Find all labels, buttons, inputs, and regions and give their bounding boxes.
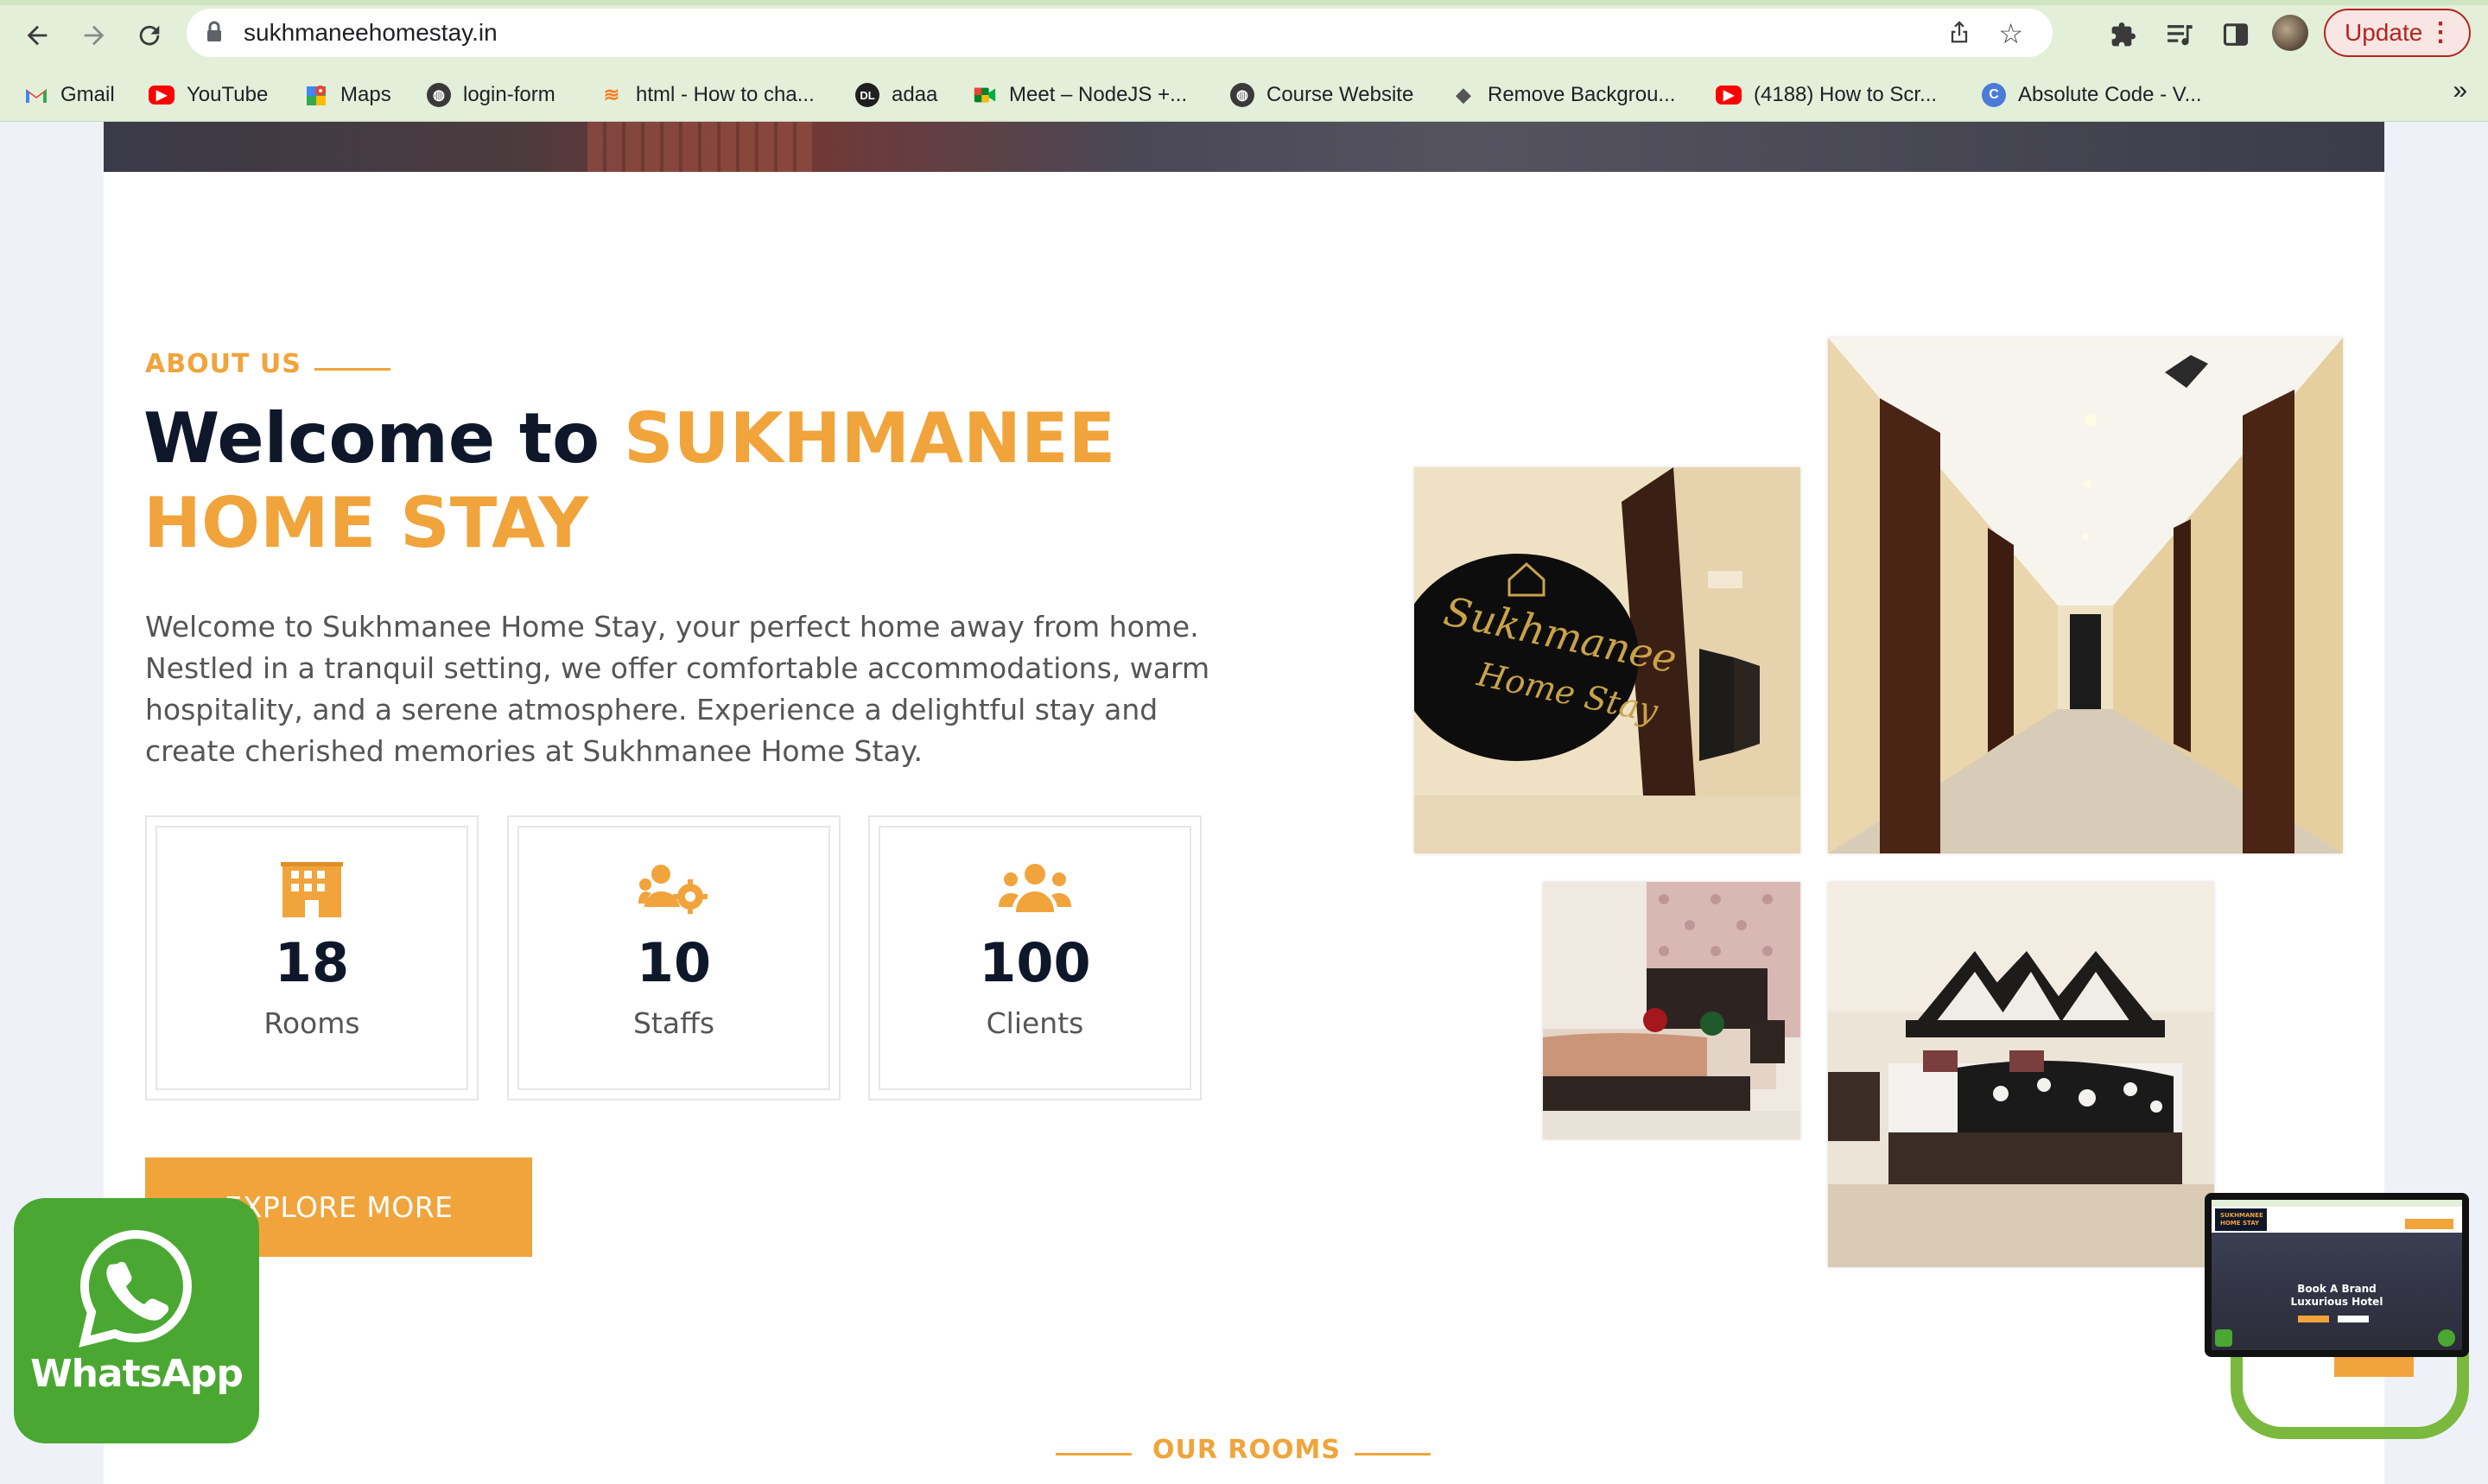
preview-brand-line-1: SUKHMANEE	[2220, 1212, 2263, 1219]
bookmark-label: YouTube	[187, 83, 269, 106]
absolute-code-icon: C	[1982, 83, 2006, 107]
profile-avatar[interactable]	[2272, 15, 2308, 51]
bookmark-label: login-form	[463, 83, 555, 106]
whatsapp-label: WhatsApp	[30, 1352, 244, 1396]
stat-label: Rooms	[263, 1006, 360, 1040]
bookmark-label: Gmail	[60, 83, 115, 106]
preview-headline-line-2: Luxurious Hotel	[2290, 1296, 2383, 1308]
bookmark-login-form[interactable]: ◍ login-form	[427, 76, 555, 114]
hero-image-bottom	[104, 122, 2384, 172]
more-bookmarks-icon[interactable]: »	[2453, 76, 2467, 105]
stat-value: 100	[979, 931, 1091, 994]
stat-card-rooms: 18 Rooms	[145, 815, 479, 1100]
bookmark-remove-background[interactable]: ◆ Remove Backgrou...	[1451, 76, 1676, 114]
lock-icon	[206, 21, 223, 48]
stat-card-inner: 100 Clients	[879, 826, 1191, 1090]
stat-card-clients: 100 Clients	[868, 815, 1202, 1100]
our-rooms-divider-left	[1056, 1453, 1132, 1455]
youtube-icon: ▶	[1716, 86, 1742, 105]
gmail-icon	[24, 83, 48, 107]
bookmark-label: Absolute Code - V...	[2018, 83, 2202, 106]
tab-strip-edge	[0, 0, 2488, 5]
staff-gear-icon	[519, 862, 828, 923]
gallery-photo-bedroom-1[interactable]	[1543, 882, 1800, 1139]
bookmark-label: Course Website	[1266, 83, 1414, 106]
whatsapp-button[interactable]: WhatsApp	[14, 1198, 259, 1443]
extensions-icon[interactable]	[2104, 16, 2142, 54]
share-icon[interactable]	[1947, 19, 1971, 51]
stackoverflow-icon: ≋	[603, 84, 620, 105]
adaa-icon: DL	[855, 83, 879, 107]
about-us-divider	[314, 368, 390, 371]
stat-label: Clients	[986, 1006, 1084, 1040]
preview-headline: Book A Brand Luxurious Hotel	[2212, 1283, 2462, 1309]
bookmark-course-website[interactable]: ◍ Course Website	[1230, 76, 1413, 114]
address-bar[interactable]: sukhmaneehomestay.in ☆	[187, 9, 2053, 57]
bookmark-youtube-video[interactable]: ▶ (4188) How to Scr...	[1716, 76, 1937, 114]
forward-icon[interactable]	[74, 16, 114, 55]
stat-value: 10	[636, 931, 712, 994]
bookmark-gmail[interactable]: Gmail	[24, 76, 115, 114]
bookmark-label: Remove Backgrou...	[1488, 83, 1676, 106]
our-rooms-divider-right	[1355, 1453, 1431, 1455]
preview-headline-line-1: Book A Brand	[2297, 1283, 2377, 1295]
hotel-icon	[157, 862, 466, 923]
meet-icon	[973, 83, 997, 107]
preview-screen: SUKHMANEE HOME STAY Book A Brand Luxurious…	[2212, 1200, 2462, 1350]
bookmarks-bar: Gmail ▶ YouTube Maps ◍ login-form ≋ html…	[0, 69, 2488, 122]
preview-brand-line-2: HOME STAY	[2220, 1220, 2260, 1227]
gallery-photo-bedroom-2[interactable]	[1828, 882, 2214, 1267]
menu-dots-icon: ⋮	[2428, 18, 2453, 47]
bookmark-label: html - How to cha...	[636, 83, 815, 106]
globe-icon: ◍	[427, 83, 451, 107]
page-viewport: ABOUT US Welcome to SUKHMANEE HOME STAY …	[0, 122, 2488, 1484]
media-queue-icon[interactable]	[2161, 16, 2199, 54]
title-prefix: Welcome to	[143, 398, 624, 479]
stat-value: 18	[274, 931, 350, 994]
stat-card-inner: 10 Staffs	[517, 826, 830, 1090]
side-panel-icon[interactable]	[2217, 16, 2255, 54]
stat-label: Staffs	[632, 1006, 715, 1040]
gallery-photo-sign[interactable]: Sukhmanee Home Stay	[1414, 467, 1800, 853]
preview-cta-1	[2298, 1316, 2329, 1322]
update-label: Update	[2345, 19, 2423, 46]
preview-toolbar	[2212, 1200, 2462, 1207]
preview-call-icon	[2438, 1329, 2455, 1347]
preview-nav-button	[2405, 1219, 2453, 1229]
preview-whatsapp-icon	[2215, 1329, 2232, 1347]
bookmark-youtube[interactable]: ▶ YouTube	[149, 76, 268, 114]
bookmark-adaa[interactable]: DL adaa	[855, 76, 937, 114]
browser-toolbar: sukhmaneehomestay.in ☆ Update ⋮	[0, 0, 2488, 69]
picture-in-picture-preview[interactable]: SUKHMANEE HOME STAY Book A Brand Luxurious…	[2205, 1193, 2469, 1357]
preview-brand: SUKHMANEE HOME STAY	[2215, 1208, 2267, 1231]
bookmark-maps[interactable]: Maps	[304, 76, 391, 114]
youtube-icon: ▶	[149, 86, 175, 105]
gallery-photo-corridor[interactable]	[1828, 338, 2343, 853]
preview-cta-2	[2338, 1316, 2369, 1322]
about-paragraph: Welcome to Sukhmanee Home Stay, your per…	[145, 610, 1210, 768]
our-rooms-label: OUR ROOMS	[1152, 1435, 1341, 1465]
bookmark-stackoverflow[interactable]: ≋ html - How to cha...	[600, 76, 815, 114]
whatsapp-icon	[79, 1229, 192, 1348]
update-button[interactable]: Update ⋮	[2324, 9, 2471, 57]
stat-card-staffs: 10 Staffs	[507, 815, 841, 1100]
bookmark-label: Maps	[340, 83, 391, 106]
stat-card-inner: 18 Rooms	[156, 826, 468, 1090]
maps-icon	[304, 83, 328, 107]
page-title: Welcome to SUKHMANEE HOME STAY	[143, 396, 1266, 566]
layers-icon: ◆	[1456, 84, 1471, 105]
bookmark-label: (4188) How to Scr...	[1754, 83, 1938, 106]
url-text: sukhmaneehomestay.in	[244, 19, 498, 46]
globe-icon: ◍	[1230, 83, 1254, 107]
bookmark-star-icon[interactable]: ☆	[1998, 17, 2023, 50]
bookmark-label: adaa	[892, 83, 938, 106]
bookmark-absolute-code[interactable]: C Absolute Code - V...	[1982, 76, 2202, 114]
reload-icon[interactable]	[130, 16, 169, 55]
back-icon[interactable]	[17, 16, 57, 55]
users-icon	[880, 862, 1190, 923]
bookmark-meet[interactable]: Meet – NodeJS +...	[973, 76, 1187, 114]
about-us-label: ABOUT US	[145, 349, 301, 379]
bookmark-label: Meet – NodeJS +...	[1009, 83, 1188, 106]
